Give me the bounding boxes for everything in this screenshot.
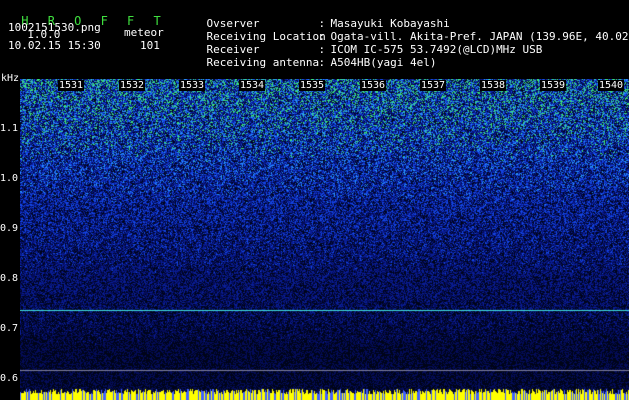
y-tick: 0.7 bbox=[0, 323, 19, 334]
x-tick: 1536 bbox=[360, 80, 387, 91]
spectrogram-canvas bbox=[20, 79, 629, 400]
y-tick: 1.0 bbox=[0, 173, 19, 184]
y-tick: 0.9 bbox=[0, 223, 19, 234]
x-tick: 1537 bbox=[420, 80, 447, 91]
y-tick: 0.8 bbox=[0, 273, 19, 284]
info-value: A504HB(yagi 4el) bbox=[330, 56, 437, 69]
filename-label: 1002151530.png bbox=[8, 21, 101, 34]
x-tick: 1540 bbox=[598, 80, 625, 91]
x-tick: 1535 bbox=[299, 80, 326, 91]
x-tick: 1534 bbox=[239, 80, 266, 91]
y-tick: 1.1 bbox=[0, 123, 19, 134]
x-tick: 1531 bbox=[58, 80, 85, 91]
x-tick: 1538 bbox=[480, 80, 507, 91]
y-tick: 0.6 bbox=[0, 373, 19, 384]
x-tick: 1532 bbox=[119, 80, 146, 91]
spectrogram-plot bbox=[20, 79, 629, 400]
count-label: 101 bbox=[140, 39, 160, 52]
x-tick: 1533 bbox=[179, 80, 206, 91]
datetime-label: 10.02.15 15:30 bbox=[8, 39, 101, 52]
x-tick: 1539 bbox=[540, 80, 567, 91]
y-axis-unit: kHz bbox=[1, 73, 20, 84]
info-row-antenna: Receiving antenna: A504HB(yagi 4el) bbox=[206, 56, 437, 69]
mode-label: meteor bbox=[124, 26, 164, 39]
info-label: Receiving antenna bbox=[206, 56, 320, 69]
